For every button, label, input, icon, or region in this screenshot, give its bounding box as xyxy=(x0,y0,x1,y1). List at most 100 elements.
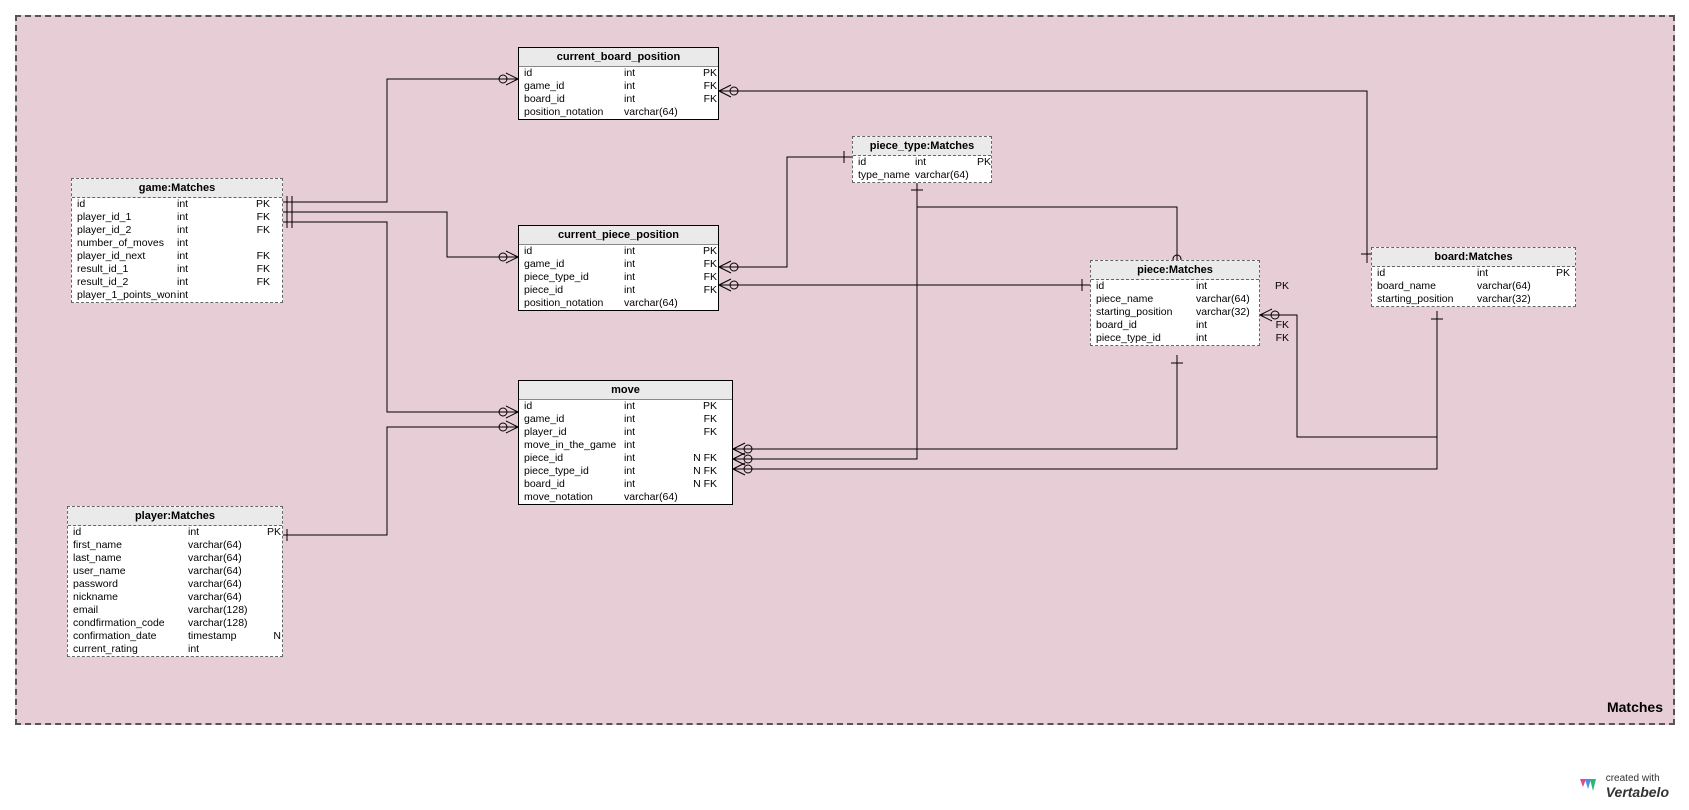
col-key: PK xyxy=(1261,280,1289,293)
table-piece[interactable]: piece:Matches idintPKpiece_namevarchar(6… xyxy=(1090,260,1260,346)
table-board[interactable]: board:Matches idintPKboard_namevarchar(6… xyxy=(1371,247,1576,307)
col-key: FK xyxy=(242,276,270,289)
col-name: starting_position xyxy=(1096,306,1196,319)
column-row: result_id_2intFK xyxy=(72,276,282,289)
col-name: board_id xyxy=(524,93,624,106)
column-row: emailvarchar(128) xyxy=(68,604,282,617)
col-name: move_in_the_game xyxy=(524,439,624,452)
column-row: starting_positionvarchar(32) xyxy=(1372,293,1575,306)
col-type: int xyxy=(1196,319,1261,332)
col-name: id xyxy=(858,156,915,169)
col-name: board_id xyxy=(1096,319,1196,332)
col-type: int xyxy=(1196,332,1261,345)
vertabelo-logo-icon xyxy=(1576,775,1600,799)
column-row: piece_namevarchar(64) xyxy=(1091,293,1259,306)
column-row: first_namevarchar(64) xyxy=(68,539,282,552)
col-key: FK xyxy=(689,80,717,93)
col-type: int xyxy=(624,245,689,258)
col-name: id xyxy=(1096,280,1196,293)
col-name: condfirmation_code xyxy=(73,617,188,630)
col-key: FK xyxy=(689,426,717,439)
column-row: confirmation_datetimestampN xyxy=(68,630,282,643)
column-row: board_idintN FK xyxy=(519,478,732,491)
table-body: idintPKgame_idintFKboard_idintFKposition… xyxy=(519,67,718,119)
col-key: FK xyxy=(689,271,717,284)
table-piece-type[interactable]: piece_type:Matches idintPKtype_namevarch… xyxy=(852,136,992,183)
col-name: game_id xyxy=(524,258,624,271)
col-key: PK xyxy=(263,526,281,539)
column-row: idintPK xyxy=(519,400,732,413)
branding: created with Vertabelo xyxy=(1576,773,1669,800)
col-key: PK xyxy=(689,245,717,258)
col-key xyxy=(263,604,281,617)
table-current-piece-position[interactable]: current_piece_position idintPKgame_idint… xyxy=(518,225,719,311)
table-body: idintPKgame_idintFKplayer_idintFKmove_in… xyxy=(519,400,732,504)
col-type: varchar(64) xyxy=(915,169,973,182)
col-key: PK xyxy=(973,156,991,169)
table-body: idintPKfirst_namevarchar(64)last_namevar… xyxy=(68,526,282,656)
column-row: nicknamevarchar(64) xyxy=(68,591,282,604)
column-row: current_ratingint xyxy=(68,643,282,656)
col-key xyxy=(263,617,281,630)
col-type: int xyxy=(624,271,689,284)
col-key: FK xyxy=(242,211,270,224)
col-key: FK xyxy=(689,93,717,106)
table-header: piece_type:Matches xyxy=(853,137,991,156)
col-type: int xyxy=(177,289,242,302)
column-row: idintPK xyxy=(68,526,282,539)
col-key: N FK xyxy=(689,452,717,465)
column-row: position_notationvarchar(64) xyxy=(519,297,718,310)
col-key xyxy=(689,491,717,504)
col-type: int xyxy=(624,258,689,271)
col-type: int xyxy=(624,284,689,297)
col-key: N FK xyxy=(689,465,717,478)
col-key xyxy=(263,565,281,578)
col-name: game_id xyxy=(524,80,624,93)
col-key: FK xyxy=(242,250,270,263)
table-current-board-position[interactable]: current_board_position idintPKgame_idint… xyxy=(518,47,719,120)
col-name: email xyxy=(73,604,188,617)
column-row: idintPK xyxy=(519,67,718,80)
table-header: player:Matches xyxy=(68,507,282,526)
col-name: piece_name xyxy=(1096,293,1196,306)
column-row: idintPK xyxy=(72,198,282,211)
table-body: idintPKtype_namevarchar(64) xyxy=(853,156,991,182)
column-row: board_idintFK xyxy=(1091,319,1259,332)
column-row: game_idintFK xyxy=(519,413,732,426)
col-name: piece_type_id xyxy=(524,271,624,284)
col-name: last_name xyxy=(73,552,188,565)
col-type: int xyxy=(624,439,689,452)
col-key xyxy=(1542,280,1570,293)
table-move[interactable]: move idintPKgame_idintFKplayer_idintFKmo… xyxy=(518,380,733,505)
col-name: id xyxy=(73,526,188,539)
area-label: Matches xyxy=(1607,699,1663,715)
table-player[interactable]: player:Matches idintPKfirst_namevarchar(… xyxy=(67,506,283,657)
column-row: idintPK xyxy=(519,245,718,258)
col-key xyxy=(973,169,991,182)
col-type: varchar(64) xyxy=(1477,280,1542,293)
table-header: current_board_position xyxy=(519,48,718,67)
table-header: game:Matches xyxy=(72,179,282,198)
col-name: id xyxy=(1377,267,1477,280)
col-type: varchar(64) xyxy=(1196,293,1261,306)
table-game[interactable]: game:Matches idintPKplayer_id_1intFKplay… xyxy=(71,178,283,303)
col-name: confirmation_date xyxy=(73,630,188,643)
column-row: move_notationvarchar(64) xyxy=(519,491,732,504)
col-key: FK xyxy=(1261,319,1289,332)
col-type: int xyxy=(624,400,689,413)
col-type: varchar(64) xyxy=(188,578,263,591)
col-key xyxy=(689,439,717,452)
col-key: FK xyxy=(1261,332,1289,345)
col-key xyxy=(263,552,281,565)
col-name: player_id_1 xyxy=(77,211,177,224)
col-type: int xyxy=(1196,280,1261,293)
col-key: FK xyxy=(689,413,717,426)
col-type: int xyxy=(624,452,689,465)
col-name: player_id xyxy=(524,426,624,439)
col-key xyxy=(689,106,717,119)
col-key xyxy=(263,539,281,552)
col-name: id xyxy=(77,198,177,211)
col-key: PK xyxy=(689,67,717,80)
col-type: int xyxy=(177,211,242,224)
col-type: int xyxy=(915,156,973,169)
